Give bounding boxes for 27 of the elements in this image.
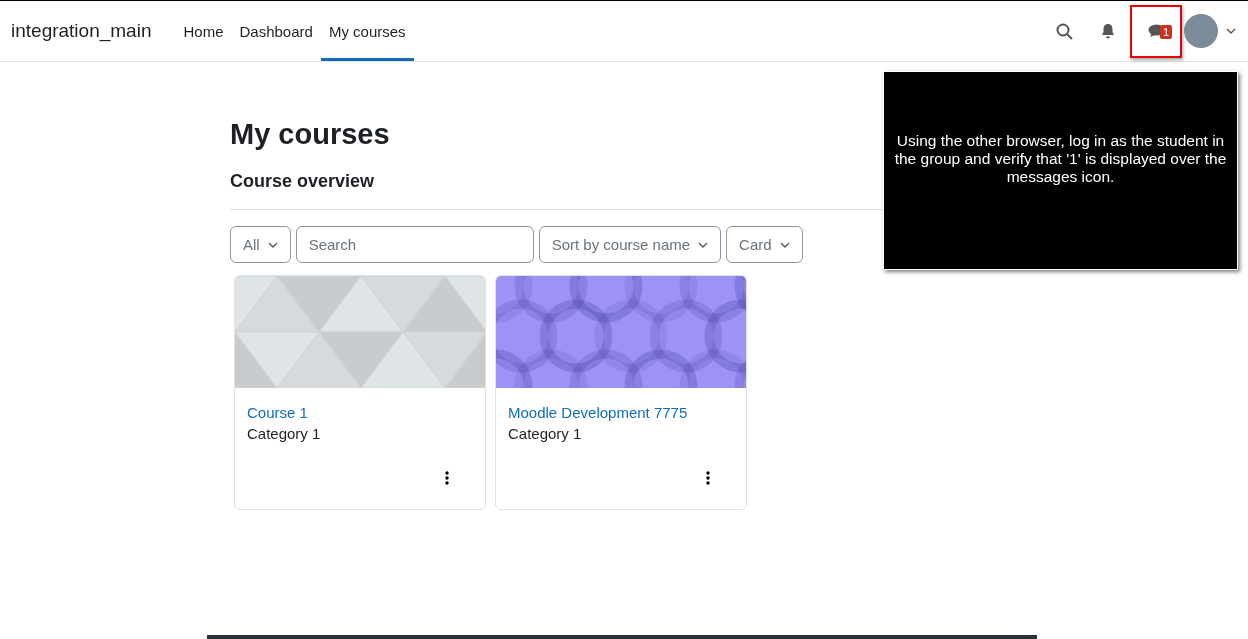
bell-icon bbox=[1101, 23, 1115, 39]
section-heading: Course overview bbox=[230, 170, 375, 193]
sort-dropdown[interactable]: Sort by course name bbox=[538, 226, 722, 263]
search-icon bbox=[1055, 22, 1073, 40]
nav-link[interactable]: Dashboard bbox=[231, 1, 321, 61]
vertical-dots-icon bbox=[706, 471, 710, 485]
course-category: Category 1 bbox=[247, 425, 322, 442]
messages-button[interactable]: 1 bbox=[1136, 9, 1176, 53]
user-menu-toggle[interactable] bbox=[1226, 28, 1236, 34]
vertical-dots-icon bbox=[445, 471, 449, 485]
search-field[interactable]: Search bbox=[295, 226, 534, 263]
page-title: My courses bbox=[230, 117, 390, 151]
course-category: Category 1 bbox=[508, 425, 583, 442]
chevron-down-icon bbox=[698, 241, 709, 248]
course-link[interactable]: Moodle Development 7775 bbox=[508, 404, 688, 421]
chevron-down-icon bbox=[1226, 28, 1236, 34]
instruction-text: Using the other browser, log in as the student in the group and verify that '1' is displayed over the messages icon. bbox=[893, 131, 1228, 186]
message-count-badge: 1 bbox=[1160, 25, 1173, 39]
nav-link[interactable]: Home bbox=[175, 1, 232, 61]
grouping-dropdown[interactable]: All bbox=[230, 226, 291, 263]
course-link[interactable]: Course 1 bbox=[247, 404, 308, 421]
nav-link[interactable]: My courses bbox=[320, 1, 414, 61]
view-dropdown[interactable]: Card bbox=[726, 226, 803, 263]
chevron-down-icon bbox=[267, 241, 278, 248]
chevron-down-icon bbox=[779, 241, 790, 248]
site-name[interactable]: integration_main bbox=[11, 20, 152, 42]
user-avatar[interactable] bbox=[1184, 14, 1218, 48]
